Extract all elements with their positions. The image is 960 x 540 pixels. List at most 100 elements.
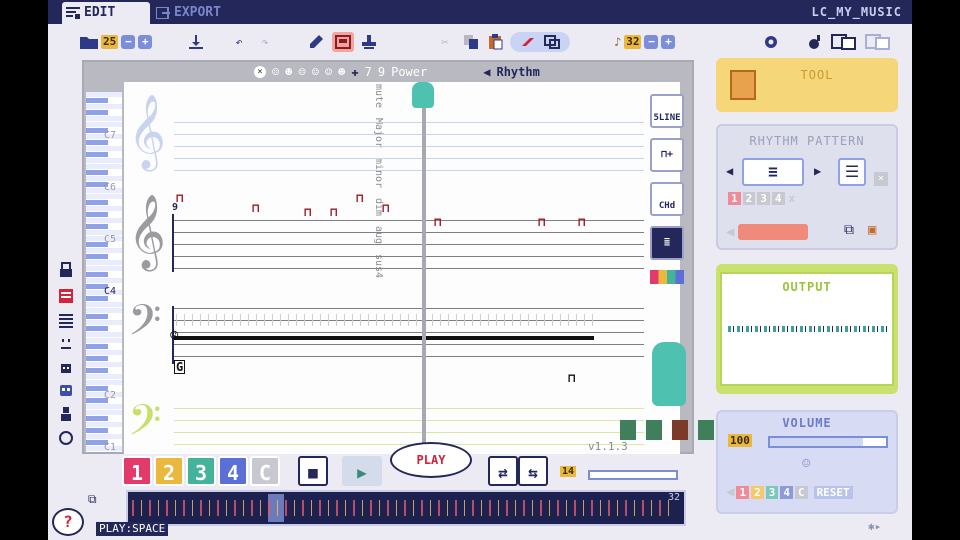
stop-button[interactable]: ■: [298, 456, 328, 486]
piano-key[interactable]: [86, 422, 122, 427]
rhythm-slot-2[interactable]: 2: [742, 192, 756, 205]
piano-key[interactable]: [86, 110, 108, 115]
volume-channel-c[interactable]: C: [794, 485, 808, 499]
piano-key[interactable]: [86, 152, 108, 157]
runner-icon[interactable]: ✱▸: [868, 520, 881, 533]
minor-face-icon[interactable]: ☹: [298, 65, 305, 79]
piano-key[interactable]: [86, 416, 108, 421]
piano-key[interactable]: [86, 116, 122, 121]
dim-face-icon[interactable]: ☺: [312, 65, 319, 79]
piano-key[interactable]: [86, 350, 122, 355]
piano-key[interactable]: [86, 254, 108, 259]
piano-key[interactable]: [86, 368, 108, 373]
person-icon[interactable]: [58, 406, 74, 422]
channel-2-button[interactable]: 2: [154, 456, 184, 486]
piano-key[interactable]: [86, 212, 108, 217]
note[interactable]: ⊓: [568, 372, 575, 384]
robot-icon[interactable]: [58, 382, 74, 398]
piano-key[interactable]: [86, 98, 108, 103]
piano-key[interactable]: [86, 266, 122, 271]
loop-slider[interactable]: [588, 470, 678, 480]
rhythm-next-arrow[interactable]: ▶: [814, 164, 821, 178]
pencil-icon[interactable]: [306, 32, 326, 52]
fill-icon[interactable]: [520, 36, 536, 48]
piano-key[interactable]: [86, 104, 122, 109]
note[interactable]: ⊓: [304, 206, 311, 218]
stamp-icon[interactable]: [358, 32, 380, 52]
volume-channel-3[interactable]: 3: [765, 485, 779, 499]
plus-icon[interactable]: ✚: [351, 65, 358, 79]
rhythm-pattern-display[interactable]: ≡: [742, 158, 804, 186]
cut-icon[interactable]: ✂: [434, 32, 456, 52]
piano-key[interactable]: [86, 410, 122, 415]
piano-key[interactable]: [86, 374, 122, 379]
piano-key[interactable]: [86, 332, 122, 337]
piano-key[interactable]: [86, 272, 108, 277]
channel-c-button[interactable]: C: [250, 456, 280, 486]
piano-key[interactable]: [86, 224, 108, 229]
redo-icon[interactable]: ↷: [254, 32, 276, 52]
channel-1-button[interactable]: 1: [122, 456, 152, 486]
lock-icon[interactable]: [58, 262, 74, 278]
rhythm-list-button[interactable]: ☰: [838, 158, 866, 186]
note[interactable]: ⊓: [356, 192, 363, 204]
piano-key[interactable]: [86, 314, 108, 319]
piano-key[interactable]: [86, 404, 122, 409]
bass-sustain-bar[interactable]: [174, 336, 594, 340]
layers-button[interactable]: ≣: [650, 226, 684, 260]
tab-export[interactable]: EXPORT: [152, 2, 252, 24]
piano-key[interactable]: [86, 194, 122, 199]
tempo-increment-button[interactable]: +: [661, 35, 676, 49]
rhythm-slot-1[interactable]: 1: [728, 192, 741, 205]
note[interactable]: ⊓: [578, 216, 585, 228]
piano-key[interactable]: [86, 164, 122, 169]
mascot-playhead-icon[interactable]: [412, 82, 434, 108]
channel-3-button[interactable]: 3: [186, 456, 216, 486]
select-icon[interactable]: [544, 35, 560, 49]
paste-icon[interactable]: [484, 32, 506, 52]
timeline-overview[interactable]: 32: [126, 490, 686, 526]
sus4-face-icon[interactable]: ☻: [338, 65, 345, 79]
piano-key[interactable]: [86, 338, 122, 343]
piano-key[interactable]: [86, 200, 108, 205]
piano-key[interactable]: [86, 122, 122, 127]
piano-key[interactable]: [86, 248, 122, 253]
playhead[interactable]: [422, 108, 426, 454]
close-icon[interactable]: ×: [254, 66, 266, 78]
download-icon[interactable]: [186, 32, 206, 52]
loop-back-button[interactable]: ⇆: [518, 456, 548, 486]
piano-key[interactable]: [86, 308, 122, 313]
piano-key[interactable]: [86, 158, 122, 163]
settings-gear-icon[interactable]: [760, 32, 782, 52]
major-face-icon[interactable]: ☻: [285, 65, 292, 79]
piano-key[interactable]: [86, 302, 122, 307]
folder-icon[interactable]: [80, 35, 98, 49]
piano-key[interactable]: [86, 428, 108, 433]
note[interactable]: ⊓: [252, 202, 259, 214]
piano-key[interactable]: [86, 146, 122, 151]
rhythm-slot-x[interactable]: x: [787, 192, 798, 205]
rhythm-prev-arrow[interactable]: ◀: [726, 164, 733, 178]
copy-pattern-icon[interactable]: ⧉: [88, 492, 116, 506]
nine-icon[interactable]: 9: [378, 65, 385, 79]
mute-face-icon[interactable]: ☹: [272, 65, 279, 79]
face-icon[interactable]: [58, 360, 74, 376]
eraser-tool-icon[interactable]: [332, 32, 354, 52]
piano-key[interactable]: [86, 320, 122, 325]
pattern-decrement-button[interactable]: −: [121, 35, 136, 49]
piano-key[interactable]: [86, 326, 108, 331]
volume-channel-4[interactable]: 4: [780, 485, 793, 499]
speaker-icon[interactable]: ◀: [726, 224, 734, 240]
piano-key[interactable]: [86, 356, 108, 361]
note[interactable]: ⊓: [330, 206, 337, 218]
image-icon[interactable]: [830, 32, 858, 52]
piano-key[interactable]: [86, 218, 122, 223]
five-line-button[interactable]: 5LINE: [650, 94, 684, 128]
aug-face-icon[interactable]: ☺: [325, 65, 332, 79]
color-palette-icon[interactable]: [650, 270, 684, 284]
tempo-decrement-button[interactable]: −: [644, 35, 659, 49]
speaker-icon[interactable]: ◀: [483, 65, 490, 79]
power-chord-label[interactable]: Power: [391, 65, 427, 79]
list-icon[interactable]: [58, 312, 74, 328]
score-canvas[interactable]: C7 C6 C5 C4 C2 C1 mute Major minor dim a…: [104, 82, 680, 454]
